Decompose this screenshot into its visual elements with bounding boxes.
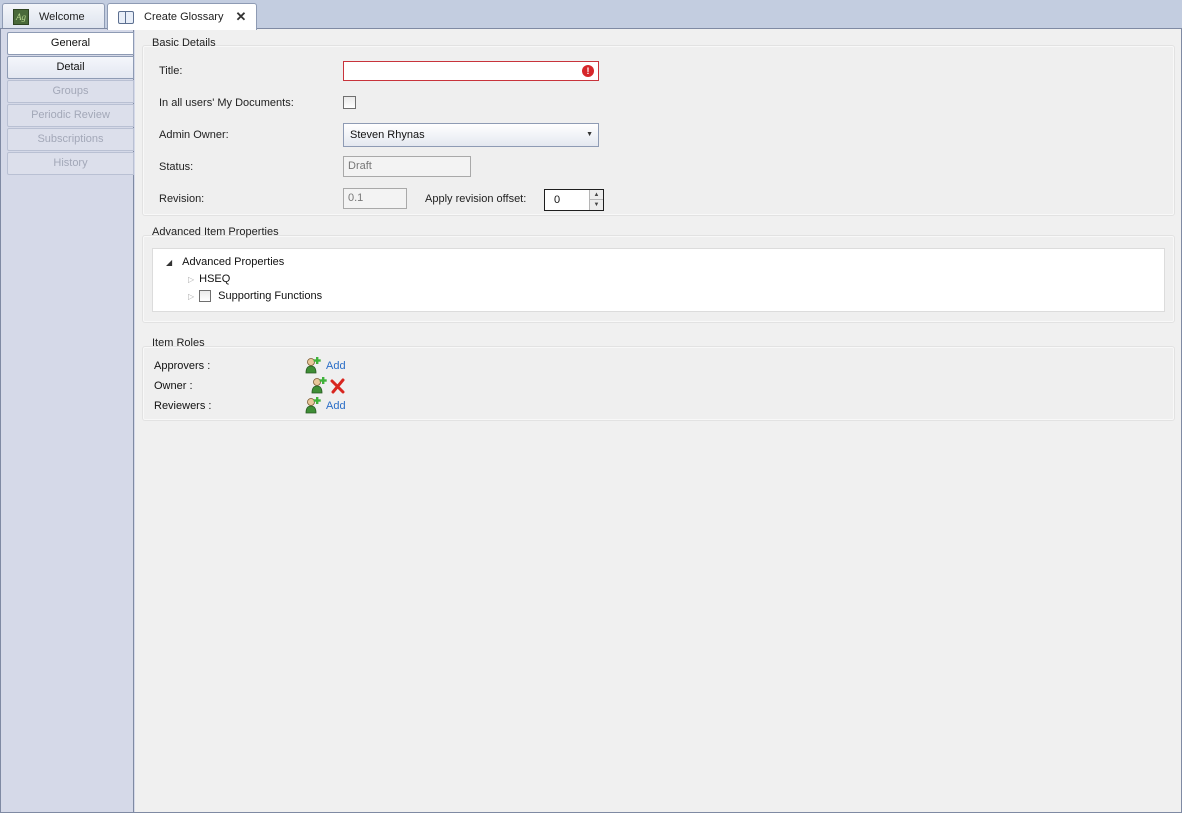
nav-detail[interactable]: Detail <box>7 56 134 79</box>
status-label: Status: <box>159 161 194 173</box>
stepper-up-icon[interactable]: ▲ <box>589 190 603 200</box>
revision-offset-label: Apply revision offset: <box>425 193 527 205</box>
expand-arrow-icon[interactable]: ▷ <box>188 275 194 284</box>
remove-icon[interactable] <box>330 378 346 394</box>
tree-node-checkbox[interactable] <box>199 290 212 302</box>
chevron-down-icon: ▼ <box>586 131 593 138</box>
tree-node-label: Supporting Functions <box>218 290 323 302</box>
tree-node-supporting-functions[interactable]: ▷ Supporting Functions <box>188 290 322 302</box>
tree-node-label: HSEQ <box>199 273 231 285</box>
book-icon <box>118 10 134 24</box>
revision-label: Revision: <box>159 193 205 205</box>
approvers-label: Approvers : <box>154 360 211 372</box>
nav-subscriptions: Subscriptions <box>7 128 134 151</box>
owner-label: Owner : <box>154 380 193 392</box>
revision-offset-value: 0 <box>554 194 561 206</box>
section-title-advanced: Advanced Item Properties <box>152 226 279 238</box>
nav-periodic-review: Periodic Review <box>7 104 134 127</box>
tab-label: Welcome <box>39 10 85 23</box>
section-nav: General Detail Groups Periodic Review Su… <box>1 29 134 812</box>
tree-node-hseq[interactable]: ▷ HSEQ <box>188 273 230 285</box>
add-user-icon[interactable] <box>310 376 328 394</box>
nav-history: History <box>7 152 134 175</box>
add-user-icon[interactable] <box>304 356 322 374</box>
properties-tree: ◢ Advanced Properties ▷ HSEQ ▷ Supportin… <box>152 248 1165 312</box>
document-tab-strip: Ag Welcome Create Glossary ✕ <box>0 0 1182 30</box>
item-roles-group <box>142 346 1175 421</box>
editor-frame: General Detail Groups Periodic Review Su… <box>0 28 1182 813</box>
add-user-icon[interactable] <box>304 396 322 414</box>
reviewers-label: Reviewers : <box>154 400 212 412</box>
tab-label: Create Glossary <box>144 11 224 23</box>
admin-owner-label: Admin Owner: <box>159 129 229 141</box>
tab-create-glossary[interactable]: Create Glossary ✕ <box>107 3 257 30</box>
status-field: Draft <box>343 156 471 177</box>
expand-arrow-icon[interactable]: ▷ <box>188 292 194 301</box>
title-label: Title: <box>159 65 183 77</box>
my-documents-label: In all users' My Documents: <box>159 97 294 109</box>
section-title-basic-details: Basic Details <box>152 37 216 49</box>
close-icon[interactable]: ✕ <box>235 9 246 25</box>
main-panel: Basic Details Title: ! In all users' My … <box>135 29 1181 812</box>
admin-owner-dropdown[interactable]: Steven Rhynas ▼ <box>343 123 599 147</box>
collapse-arrow-icon[interactable]: ◢ <box>166 258 172 267</box>
app-logo-icon: Ag <box>13 8 29 25</box>
revision-field: 0.1 <box>343 188 407 209</box>
stepper-down-icon[interactable]: ▼ <box>589 200 603 210</box>
nav-general[interactable]: General <box>7 32 134 55</box>
error-icon: ! <box>582 65 594 77</box>
section-title-item-roles: Item Roles <box>152 337 205 349</box>
admin-owner-value: Steven Rhynas <box>350 129 425 141</box>
title-input[interactable]: ! <box>343 61 599 81</box>
revision-offset-stepper[interactable]: 0 ▲ ▼ <box>544 189 604 211</box>
add-approver-link[interactable]: Add <box>326 360 346 372</box>
my-documents-checkbox[interactable] <box>343 96 356 109</box>
nav-groups: Groups <box>7 80 134 103</box>
tab-welcome[interactable]: Ag Welcome <box>2 3 105 29</box>
basic-details-group <box>142 45 1175 216</box>
add-reviewer-link[interactable]: Add <box>326 400 346 412</box>
tree-node-root[interactable]: ◢ Advanced Properties <box>166 256 284 268</box>
tree-node-label: Advanced Properties <box>182 256 285 268</box>
